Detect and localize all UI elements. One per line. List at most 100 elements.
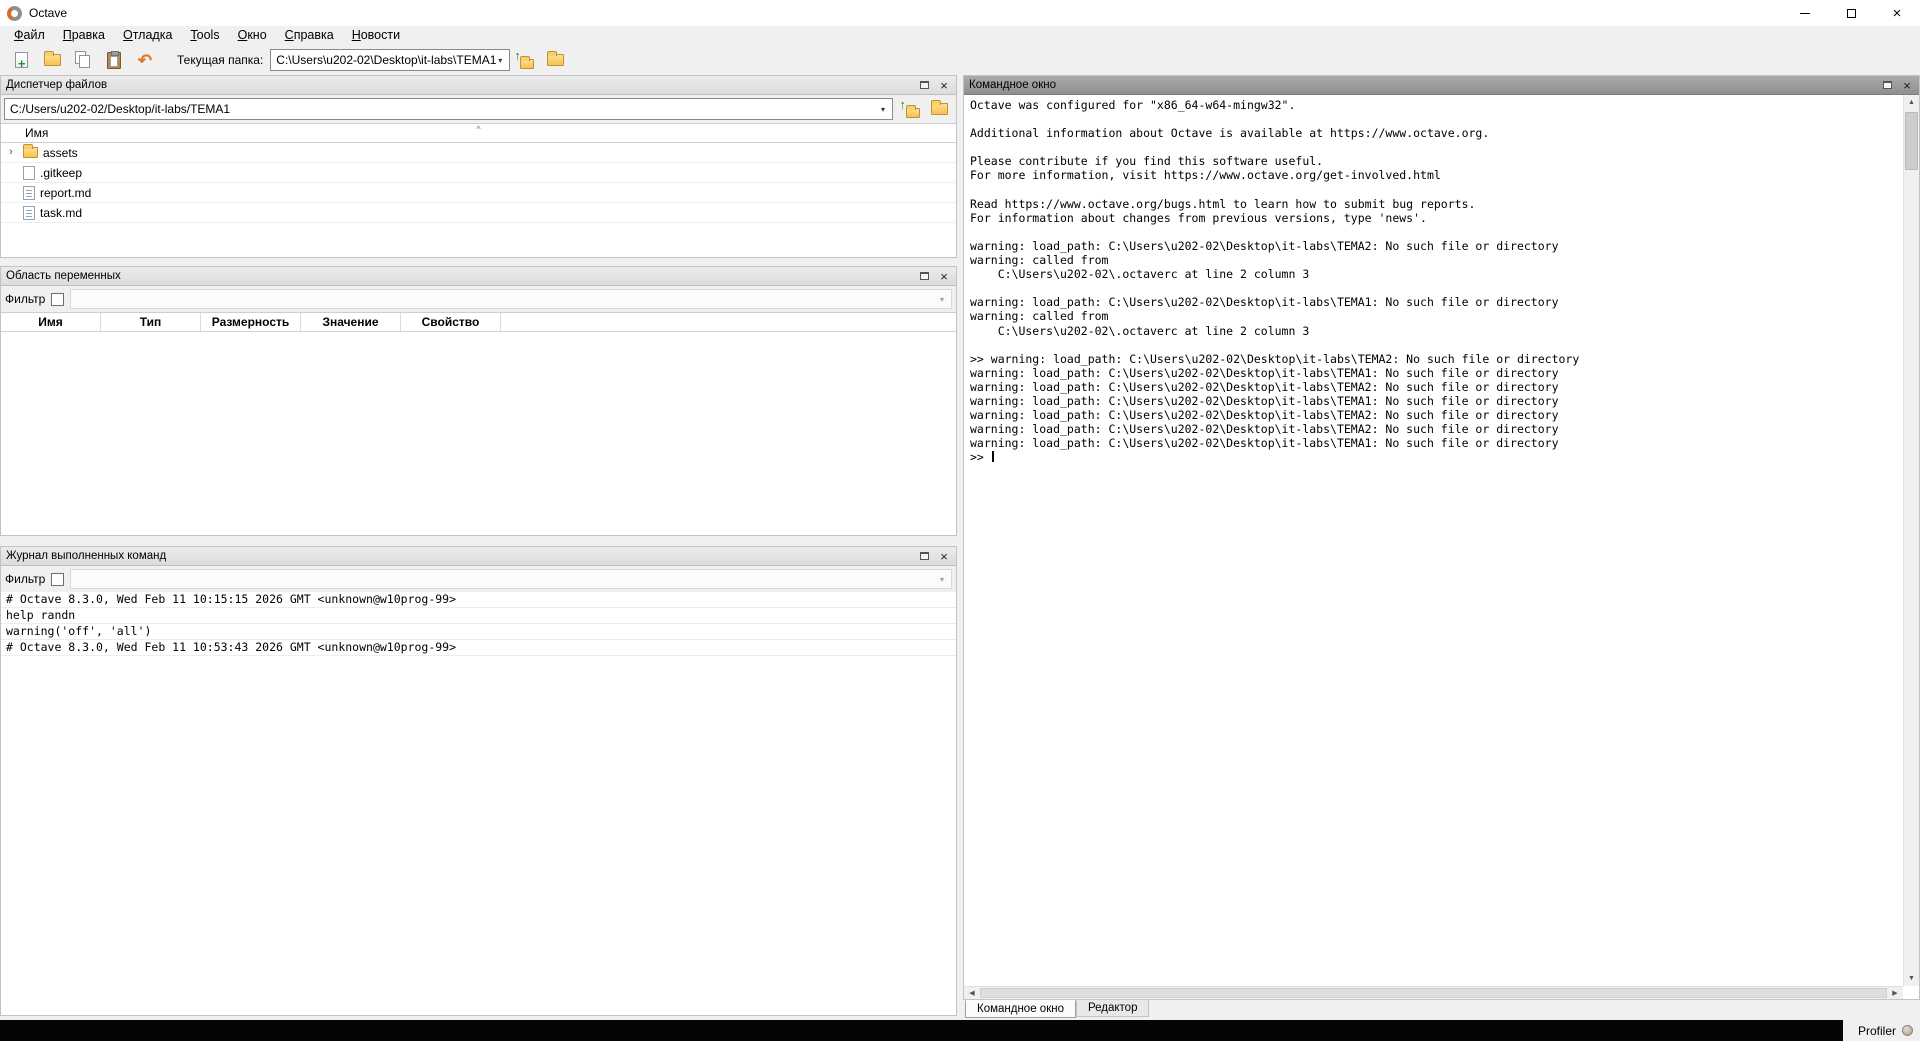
workspace-filter-combobox[interactable]: ▾: [70, 289, 952, 309]
octave-logo-icon: [7, 6, 22, 21]
file-name: task.md: [40, 206, 82, 220]
file-browser-toolbar: C:/Users/u202-02/Desktop/it-labs/ТЕМА1 ▾…: [1, 95, 956, 123]
vertical-scrollbar[interactable]: ▲ ▼: [1903, 95, 1919, 986]
history-item[interactable]: # Octave 8.3.0, Wed Feb 11 10:53:43 2026…: [1, 640, 956, 656]
profiler-toggle-button[interactable]: Profiler: [1843, 1020, 1920, 1041]
menu-news[interactable]: Новости: [343, 27, 409, 44]
scroll-up-button[interactable]: ▲: [1904, 95, 1919, 110]
expander-icon[interactable]: ›: [4, 147, 18, 158]
scroll-left-icon: ◀: [969, 989, 974, 997]
cmd-output-line: [970, 140, 1902, 154]
maximize-button[interactable]: [1828, 0, 1874, 26]
close-button[interactable]: ×: [1874, 0, 1920, 26]
close-icon: ×: [940, 550, 948, 563]
file-name: assets: [43, 146, 78, 160]
folder-icon: [23, 147, 38, 158]
command-history-close-button[interactable]: ×: [934, 548, 954, 564]
command-history-undock-button[interactable]: [914, 548, 934, 564]
copy-button[interactable]: [69, 47, 97, 73]
browse-directories-button[interactable]: [541, 47, 569, 73]
cmd-output-line: [970, 281, 1902, 295]
cmd-output-line: warning: load_path: C:\Users\u202-02\Des…: [970, 422, 1902, 436]
scrollbar-track[interactable]: [980, 987, 1887, 999]
menu-tools[interactable]: Tools: [181, 27, 228, 44]
scrollbar-thumb[interactable]: [1905, 112, 1918, 170]
command-window-undock-button[interactable]: [1877, 77, 1897, 93]
browse-folder-icon: [547, 54, 564, 66]
window-controls: ×: [1782, 0, 1920, 26]
workspace-filter-row: Фильтр ▾: [1, 286, 956, 312]
workspace-close-button[interactable]: ×: [934, 268, 954, 284]
cmd-output-line: warning: load_path: C:\Users\u202-02\Des…: [970, 380, 1902, 394]
menu-edit[interactable]: Правка: [54, 27, 114, 44]
menu-debug[interactable]: Отладка: [114, 27, 181, 44]
undock-icon: [920, 81, 929, 89]
file-browser-undock-button[interactable]: [914, 77, 934, 93]
horizontal-scrollbar[interactable]: ◀ ▶: [964, 986, 1903, 999]
menu-window[interactable]: Окно: [229, 27, 276, 44]
name-column-label: Имя: [25, 126, 48, 140]
scroll-right-button[interactable]: ▶: [1887, 987, 1903, 1000]
cmd-output-line: warning: load_path: C:\Users\u202-02\Des…: [970, 408, 1902, 422]
filter-checkbox[interactable]: [51, 293, 64, 306]
cmd-output-line: Read https://www.octave.org/bugs.html to…: [970, 197, 1902, 211]
column-header-type[interactable]: Тип: [101, 313, 201, 331]
cmd-output-line: warning: load_path: C:\Users\u202-02\Des…: [970, 436, 1902, 450]
column-header-attribute[interactable]: Свойство: [401, 313, 501, 331]
workspace-table-body[interactable]: [1, 332, 956, 535]
workspace-undock-button[interactable]: [914, 268, 934, 284]
filter-label: Фильтр: [5, 292, 45, 306]
undock-icon: [920, 552, 929, 560]
command-window-title: Командное окно: [969, 79, 1056, 91]
file-row-report[interactable]: report.md: [1, 183, 956, 203]
open-file-button[interactable]: [38, 47, 66, 73]
undo-button[interactable]: ↶: [131, 47, 159, 73]
paste-button[interactable]: [100, 47, 128, 73]
menu-file[interactable]: Файл: [5, 27, 54, 44]
history-item[interactable]: # Octave 8.3.0, Wed Feb 11 10:15:15 2026…: [1, 592, 956, 608]
new-script-button[interactable]: +: [7, 47, 35, 73]
minimize-button[interactable]: [1782, 0, 1828, 26]
sort-ascending-icon: ^: [476, 124, 480, 134]
file-browser-address-value: C:/Users/u202-02/Desktop/it-labs/ТЕМА1: [10, 102, 230, 116]
file-row-task[interactable]: task.md: [1, 203, 956, 223]
file-list: › assets .gitkeep report.md task.md: [1, 143, 956, 257]
current-folder-combobox[interactable]: C:\Users\u202-02\Desktop\it-labs\ТЕМА1 ▾: [270, 49, 510, 71]
cmd-output-line: Additional information about Octave is a…: [970, 126, 1902, 140]
history-filter-row: Фильтр ▾: [1, 566, 956, 592]
column-header-name[interactable]: Имя: [1, 313, 101, 331]
tab-editor[interactable]: Редактор: [1076, 1000, 1150, 1017]
file-browser-close-button[interactable]: ×: [934, 77, 954, 93]
menubar: Файл Правка Отладка Tools Окно Справка Н…: [0, 26, 1920, 45]
cmd-output-line: >> warning: load_path: C:\Users\u202-02\…: [970, 352, 1902, 366]
scrollbar-thumb[interactable]: [980, 988, 1887, 998]
file-browser-address-combobox[interactable]: C:/Users/u202-02/Desktop/it-labs/ТЕМА1 ▾: [4, 98, 893, 120]
file-row-assets[interactable]: › assets: [1, 143, 956, 163]
file-browser-name-column-header[interactable]: ^ Имя: [1, 123, 956, 143]
one-directory-up-button[interactable]: ↑: [510, 47, 538, 73]
history-item[interactable]: help randn: [1, 608, 956, 624]
workspace-titlebar: Область переменных ×: [1, 267, 956, 286]
filter-checkbox[interactable]: [51, 573, 64, 586]
file-browser-title: Диспетчер файлов: [6, 79, 107, 91]
workspace-panel: Область переменных × Фильтр ▾ Имя Тип Ра…: [0, 266, 957, 536]
history-item[interactable]: warning('off', 'all'): [1, 624, 956, 640]
scroll-down-button[interactable]: ▼: [1904, 971, 1919, 986]
scroll-left-button[interactable]: ◀: [964, 987, 980, 1000]
tab-command-window[interactable]: Командное окно: [965, 1000, 1076, 1018]
column-header-value[interactable]: Значение: [301, 313, 401, 331]
file-browser-up-button[interactable]: ↑: [896, 98, 923, 120]
filter-label: Фильтр: [5, 572, 45, 586]
command-window-output[interactable]: Octave was configured for "x86_64-w64-mi…: [970, 98, 1902, 985]
menu-help[interactable]: Справка: [276, 27, 343, 44]
chevron-down-icon[interactable]: ▾: [874, 99, 892, 119]
chevron-down-icon[interactable]: ▾: [491, 50, 509, 70]
open-folder-icon: [44, 54, 61, 66]
column-header-dimension[interactable]: Размерность: [201, 313, 301, 331]
command-history-title: Журнал выполненных команд: [6, 550, 166, 562]
file-browser-actions-button[interactable]: [926, 98, 953, 120]
file-row-gitkeep[interactable]: .gitkeep: [1, 163, 956, 183]
command-window-close-button[interactable]: ×: [1897, 77, 1917, 93]
history-filter-combobox[interactable]: ▾: [70, 569, 952, 589]
cmd-output-line: warning: load_path: C:\Users\u202-02\Des…: [970, 394, 1902, 408]
